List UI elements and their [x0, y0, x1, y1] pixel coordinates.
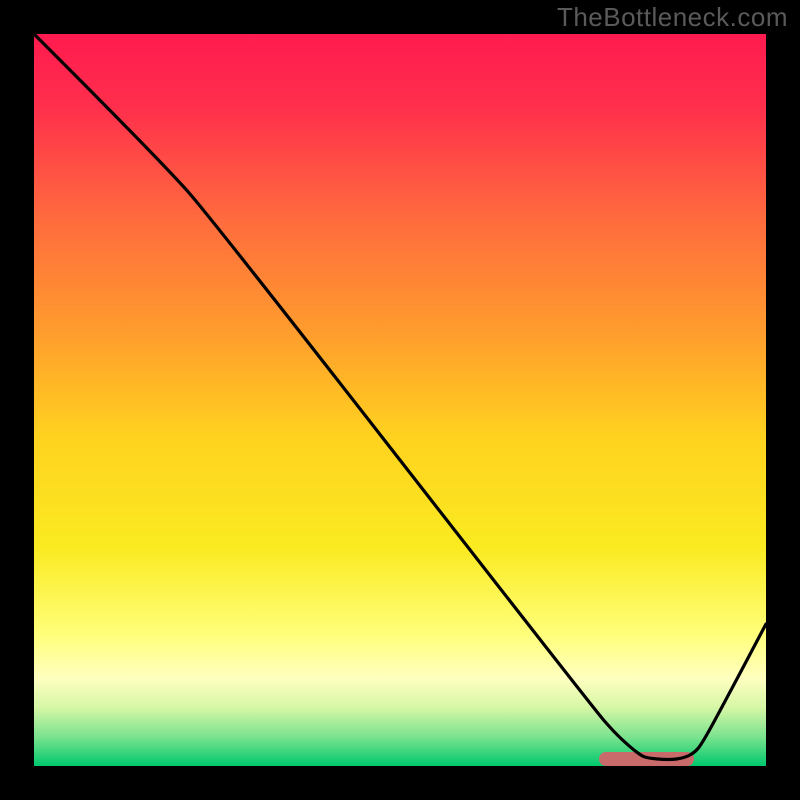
plot-area: [34, 34, 766, 766]
chart-svg: [34, 34, 766, 766]
watermark-text: TheBottleneck.com: [557, 2, 788, 33]
chart-frame: TheBottleneck.com: [0, 0, 800, 800]
